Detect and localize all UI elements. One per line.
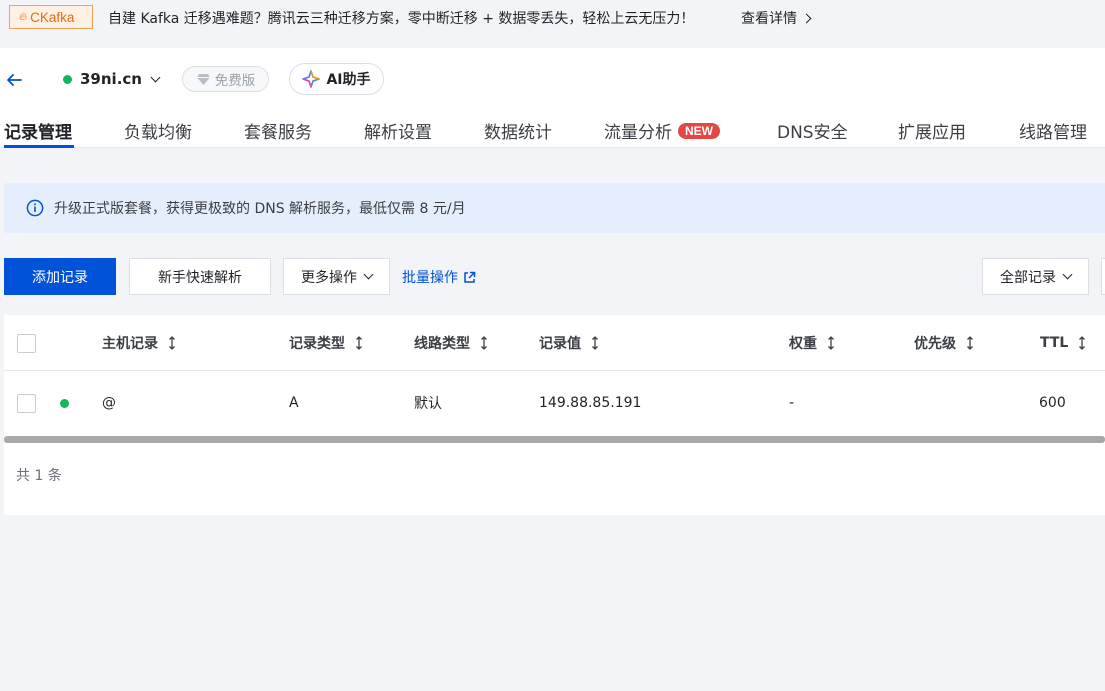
batch-actions-link[interactable]: 批量操作 [402,267,476,287]
col-line[interactable]: 线路类型 [414,315,488,371]
page-header: 39ni.cn 免费版 AI助手 记录管理 负载均衡 套餐服务 解析设置 数据统… [0,48,1105,148]
plan-badge[interactable]: 免费版 [182,66,269,92]
tab-load-balancing[interactable]: 负载均衡 [124,118,192,143]
col-host-label: 主机记录 [102,336,158,352]
col-weight[interactable]: 权重 [789,315,835,371]
sort-icon [481,336,487,350]
cell-type: A [289,395,299,411]
tab-dns-security[interactable]: DNS安全 [777,118,848,143]
active-tab-indicator [4,145,74,148]
cell-weight: - [789,395,795,411]
records-table: 主机记录 记录类型 线路类型 记录值 权重 优先级 TTL @ A 默认 149… [4,315,1105,515]
promo-tag-label: CKafka [30,9,75,25]
table-row[interactable]: @ A 默认 149.88.85.191 - 600 [4,371,1105,435]
tab-label: 线路管理 [1019,123,1087,143]
promo-banner: 🔥︎ CKafka 自建 Kafka 迁移遇难题？腾讯云三种迁移方案，零中断迁移… [0,0,1105,48]
select-all-checkbox[interactable] [17,333,36,353]
tab-label: 负载均衡 [124,123,192,143]
tab-traffic-analysis[interactable]: 流量分析 NEW [604,118,720,143]
sort-icon [592,336,598,350]
col-host[interactable]: 主机记录 [102,315,176,371]
flame-icon: 🔥︎ [19,10,28,23]
col-ttl[interactable]: TTL [1040,315,1086,371]
col-value[interactable]: 记录值 [539,315,599,371]
tab-label: 记录管理 [4,123,72,143]
record-total: 共 1 条 [16,468,62,484]
cell-ttl: 600 [1039,395,1066,411]
diamond-icon [196,73,210,85]
tab-label: 流量分析 [604,123,672,143]
more-actions-label: 更多操作 [301,269,357,286]
back-arrow-icon[interactable] [5,71,23,89]
external-link-icon [464,271,476,283]
sort-icon [967,336,973,350]
tab-bar: 记录管理 负载均衡 套餐服务 解析设置 数据统计 流量分析 NEW DNS安全 … [0,114,1105,148]
info-icon [26,199,44,217]
sort-icon [1079,336,1086,350]
cell-host: @ [102,395,116,411]
tab-line-management[interactable]: 线路管理 [1019,118,1087,143]
col-line-label: 线路类型 [414,336,470,352]
tab-label: DNS安全 [777,123,848,143]
sort-icon [169,336,175,350]
promo-text: 自建 Kafka 迁移遇难题？腾讯云三种迁移方案，零中断迁移 + 数据零丢失，轻… [108,11,695,27]
col-type[interactable]: 记录类型 [289,315,363,371]
select-all-cell [17,315,36,371]
row-status-cell [60,371,69,435]
sort-icon [356,336,362,350]
ai-assistant-button[interactable]: AI助手 [289,63,384,95]
domain-selector[interactable]: 39ni.cn [63,70,161,88]
tab-resolve-settings[interactable]: 解析设置 [364,118,432,143]
tab-label: 套餐服务 [244,123,312,143]
record-filter-dropdown[interactable]: 全部记录 [982,258,1089,295]
chevron-down-icon [150,72,161,82]
sort-icon [828,336,834,350]
tab-label: 数据统计 [484,123,552,143]
record-filter-label: 全部记录 [1000,269,1056,286]
quick-resolve-button[interactable]: 新手快速解析 [129,258,271,295]
upgrade-alert: 升级正式版套餐，获得更极致的 DNS 解析服务，最低仅需 8 元/月 [4,183,1105,233]
status-dot-icon [60,398,69,408]
chevron-down-icon [1062,269,1073,280]
batch-actions-label: 批量操作 [402,270,458,286]
row-select-cell [17,371,36,435]
toolbar-overflow-control[interactable] [1101,258,1105,295]
domain-name: 39ni.cn [80,70,142,88]
status-dot-icon [63,74,72,84]
more-actions-dropdown[interactable]: 更多操作 [283,258,390,295]
promo-details-label: 查看详情 [741,11,797,27]
row-checkbox[interactable] [17,393,36,413]
promo-tag[interactable]: 🔥︎ CKafka [9,5,93,29]
col-priority[interactable]: 优先级 [914,315,974,371]
tab-label: 解析设置 [364,123,432,143]
col-priority-label: 优先级 [914,336,956,352]
ai-assistant-label: AI助手 [326,72,371,88]
col-value-label: 记录值 [539,336,581,352]
cell-value: 149.88.85.191 [539,395,642,411]
chevron-right-icon [801,13,812,23]
col-type-label: 记录类型 [289,336,345,352]
plan-label: 免费版 [214,73,256,89]
quick-resolve-label: 新手快速解析 [158,269,242,286]
tab-statistics[interactable]: 数据统计 [484,118,552,143]
horizontal-scrollbar[interactable] [4,436,1105,443]
add-record-button[interactable]: 添加记录 [4,258,116,295]
new-badge: NEW [678,122,720,139]
promo-details-link[interactable]: 查看详情 [741,8,812,28]
chevron-down-icon [363,269,374,280]
tab-label: 扩展应用 [898,123,966,143]
cell-line: 默认 [414,396,442,412]
tab-records[interactable]: 记录管理 [4,118,72,143]
add-record-label: 添加记录 [32,269,88,286]
table-header: 主机记录 记录类型 线路类型 记录值 权重 优先级 TTL [4,315,1105,371]
col-weight-label: 权重 [789,336,817,352]
alert-text: 升级正式版套餐，获得更极致的 DNS 解析服务，最低仅需 8 元/月 [54,201,466,217]
ai-star-icon [302,70,321,88]
tab-extensions[interactable]: 扩展应用 [898,118,966,143]
tab-packages[interactable]: 套餐服务 [244,118,312,143]
col-ttl-label: TTL [1040,335,1069,351]
